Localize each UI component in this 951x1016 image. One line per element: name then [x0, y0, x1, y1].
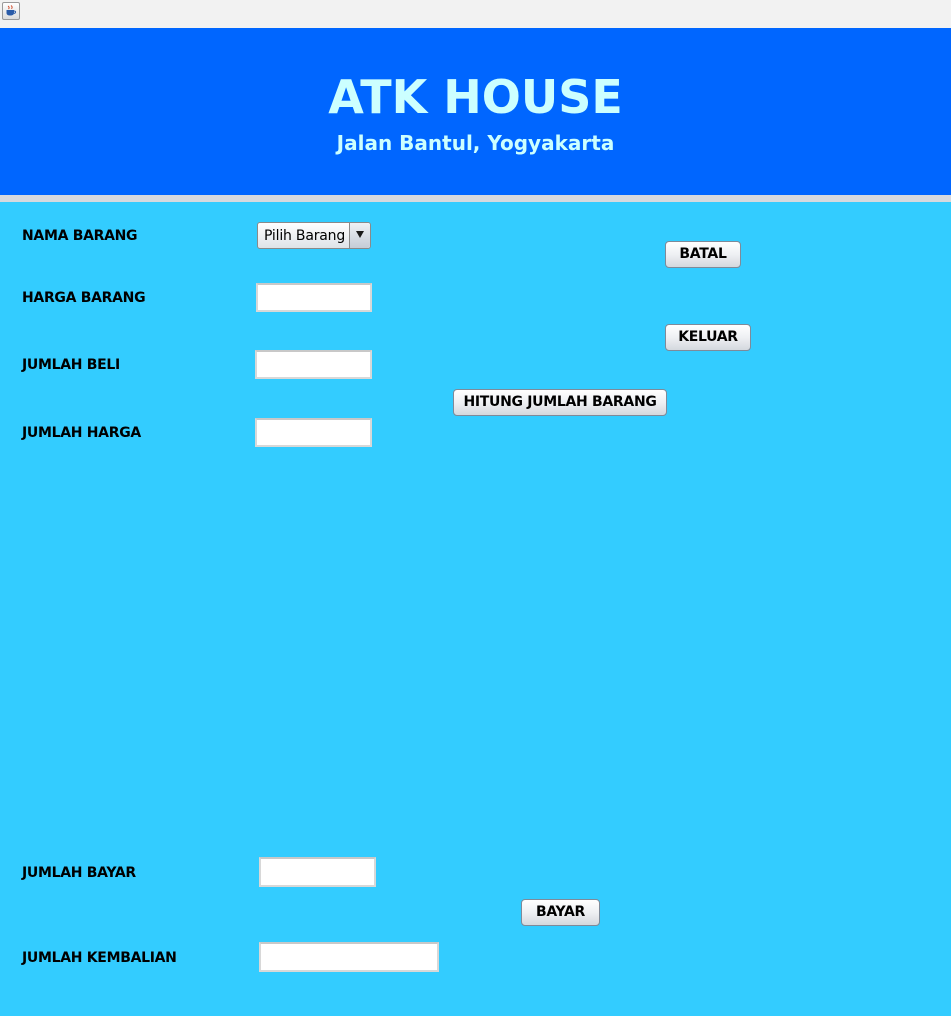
nama-barang-selected: Pilih Barang — [264, 228, 346, 244]
jumlah-bayar-label: JUMLAH BAYAR — [22, 865, 136, 881]
jumlah-beli-field[interactable] — [255, 350, 372, 379]
jumlah-bayar-field[interactable] — [259, 857, 376, 887]
store-title: ATK HOUSE — [328, 70, 623, 124]
store-address: Jalan Bantul, Yogyakarta — [336, 131, 615, 155]
bayar-button[interactable]: BAYAR — [521, 899, 600, 926]
hitung-jumlah-barang-button[interactable]: HITUNG JUMLAH BARANG — [453, 389, 667, 416]
window-titlebar — [0, 0, 951, 29]
nama-barang-label: NAMA BARANG — [22, 228, 138, 244]
java-coffee-cup-icon[interactable] — [2, 2, 20, 20]
harga-barang-field[interactable] — [256, 283, 372, 312]
batal-button[interactable]: BATAL — [665, 241, 741, 268]
harga-barang-label: HARGA BARANG — [22, 290, 146, 306]
triangle-down-icon[interactable] — [349, 223, 370, 248]
jumlah-kembalian-label: JUMLAH KEMBALIAN — [22, 950, 177, 966]
jumlah-beli-label: JUMLAH BELI — [22, 357, 120, 373]
jumlah-kembalian-field[interactable] — [259, 942, 439, 972]
header-separator — [0, 195, 951, 202]
jumlah-harga-label: JUMLAH HARGA — [22, 425, 141, 441]
nama-barang-dropdown[interactable]: Pilih Barang — [257, 222, 371, 249]
keluar-button[interactable]: KELUAR — [665, 324, 751, 351]
jumlah-harga-field[interactable] — [255, 418, 372, 447]
store-header: ATK HOUSE Jalan Bantul, Yogyakarta — [0, 28, 951, 195]
